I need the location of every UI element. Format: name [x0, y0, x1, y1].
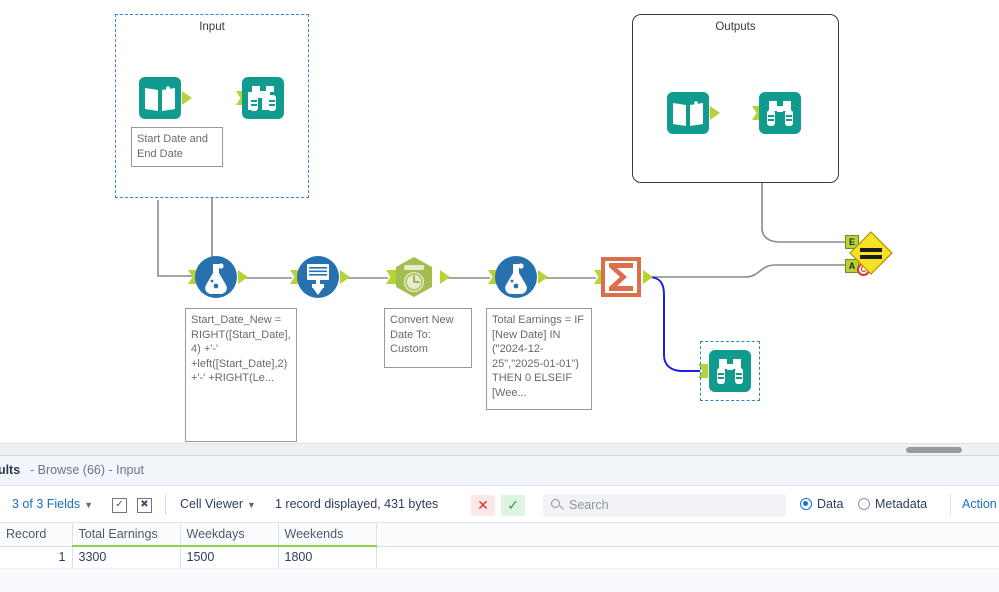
- chevron-down-icon: ▼: [247, 500, 256, 510]
- cell-record: 1: [0, 546, 73, 569]
- table-header-row: Record Total Earnings Weekdays Weekends: [0, 523, 999, 547]
- fields-selector[interactable]: 3 of 3 Fields ▼: [12, 497, 93, 511]
- join-tool[interactable]: [848, 230, 894, 276]
- input-data-tool[interactable]: [138, 76, 182, 120]
- reject-button[interactable]: ✕: [471, 495, 495, 516]
- results-data-table[interactable]: Record Total Earnings Weekdays Weekends …: [0, 523, 999, 569]
- results-panel: sults - Browse (66) - Input 3 of 3 Field…: [0, 455, 999, 592]
- binoculars-icon: [242, 77, 284, 119]
- cell-filler: [376, 546, 999, 569]
- formula-2-annotation: Total Earnings = IF [New Date] IN ("2024…: [486, 308, 592, 410]
- flask-icon: [195, 256, 237, 298]
- toolbar-divider-1: [165, 494, 166, 515]
- results-subtitle: - Browse (66) - Input: [30, 463, 144, 477]
- equals-diamond-icon: [849, 231, 893, 275]
- binoculars-icon: [709, 350, 751, 392]
- column-header-filler: [376, 523, 999, 547]
- cell-viewer-selector[interactable]: Cell Viewer ▼: [180, 497, 256, 511]
- outputs-container[interactable]: Outputs: [632, 14, 839, 183]
- accept-button[interactable]: ✓: [501, 495, 525, 516]
- column-header-weekends[interactable]: Weekends: [278, 523, 377, 547]
- metadata-radio-label: Metadata: [875, 497, 928, 511]
- radio-off-icon: [858, 498, 870, 510]
- workflow-canvas[interactable]: Input Start Date and End Date Outputs E …: [0, 0, 999, 455]
- summarize-tool[interactable]: [599, 255, 643, 299]
- toolbar-divider-2: [950, 494, 951, 515]
- canvas-horizontal-scrollbar[interactable]: [0, 443, 999, 455]
- summarize-output-anchor[interactable]: [643, 270, 653, 284]
- cell-viewer-label: Cell Viewer: [180, 497, 243, 511]
- input-container-title: Input: [199, 21, 225, 33]
- results-title: sults: [0, 463, 21, 477]
- select-icon: [297, 256, 339, 298]
- data-radio-option[interactable]: Data: [800, 497, 843, 511]
- column-header-total-earnings[interactable]: Total Earnings: [72, 523, 181, 547]
- clock-icon: [396, 257, 432, 297]
- select-tool[interactable]: [296, 255, 340, 299]
- cell-weekdays: 1500: [180, 546, 279, 569]
- outputs-container-title: Outputs: [715, 21, 756, 33]
- datetime-tool[interactable]: [392, 255, 436, 299]
- select-output-anchor[interactable]: [340, 270, 350, 284]
- canvas-scrollbar-thumb[interactable]: [906, 447, 962, 453]
- record-status-text: 1 record displayed, 431 bytes: [275, 497, 439, 511]
- book-icon: [667, 92, 709, 134]
- cell-total-earnings: 3300: [72, 546, 181, 569]
- table-row[interactable]: 1 3300 1500 1800: [0, 546, 999, 569]
- formula-1-output-anchor[interactable]: [238, 270, 248, 284]
- formula-2-output-anchor[interactable]: [538, 270, 548, 284]
- alteryx-designer-window: Input Start Date and End Date Outputs E …: [0, 0, 999, 592]
- search-input[interactable]: Search: [543, 494, 786, 517]
- search-placeholder: Search: [569, 498, 609, 512]
- browse-tool-outputs[interactable]: [758, 91, 802, 135]
- column-header-record[interactable]: Record: [0, 523, 73, 547]
- formula-tool-2[interactable]: [494, 255, 538, 299]
- input-annotation: Start Date and End Date: [131, 127, 223, 167]
- book-icon: [139, 77, 181, 119]
- metadata-radio-option[interactable]: Metadata: [858, 497, 927, 511]
- deselect-all-fields-button[interactable]: ✖: [137, 498, 152, 513]
- input-data-tool-outputs[interactable]: [666, 91, 710, 135]
- browse-tool-input[interactable]: [241, 76, 285, 120]
- datetime-annotation: Convert New Date To: Custom: [384, 308, 472, 368]
- results-header: sults - Browse (66) - Input: [0, 456, 999, 486]
- select-all-fields-button[interactable]: ✓: [112, 498, 127, 513]
- formula-tool-1[interactable]: [194, 255, 238, 299]
- datetime-output-anchor[interactable]: [440, 270, 450, 284]
- flask-icon: [495, 256, 537, 298]
- cell-weekends: 1800: [278, 546, 377, 569]
- formula-1-annotation: Start_Date_New = RIGHT([Start_Date],4) +…: [185, 308, 297, 442]
- actions-menu[interactable]: Action: [962, 497, 997, 511]
- search-icon: [551, 499, 560, 508]
- results-toolbar: 3 of 3 Fields ▼ ✓ ✖ Cell Viewer ▼ 1 record…: [0, 486, 999, 523]
- column-header-weekdays[interactable]: Weekdays: [180, 523, 279, 547]
- sigma-icon: [601, 257, 641, 297]
- browse-tool-selected[interactable]: [700, 341, 760, 401]
- binoculars-icon: [759, 92, 801, 134]
- radio-on-icon: [800, 498, 812, 510]
- chevron-down-icon: ▼: [84, 500, 94, 510]
- data-radio-label: Data: [817, 497, 844, 511]
- fields-selector-label: 3 of 3 Fields: [12, 497, 81, 511]
- browse-selected-input-anchor[interactable]: [698, 364, 708, 378]
